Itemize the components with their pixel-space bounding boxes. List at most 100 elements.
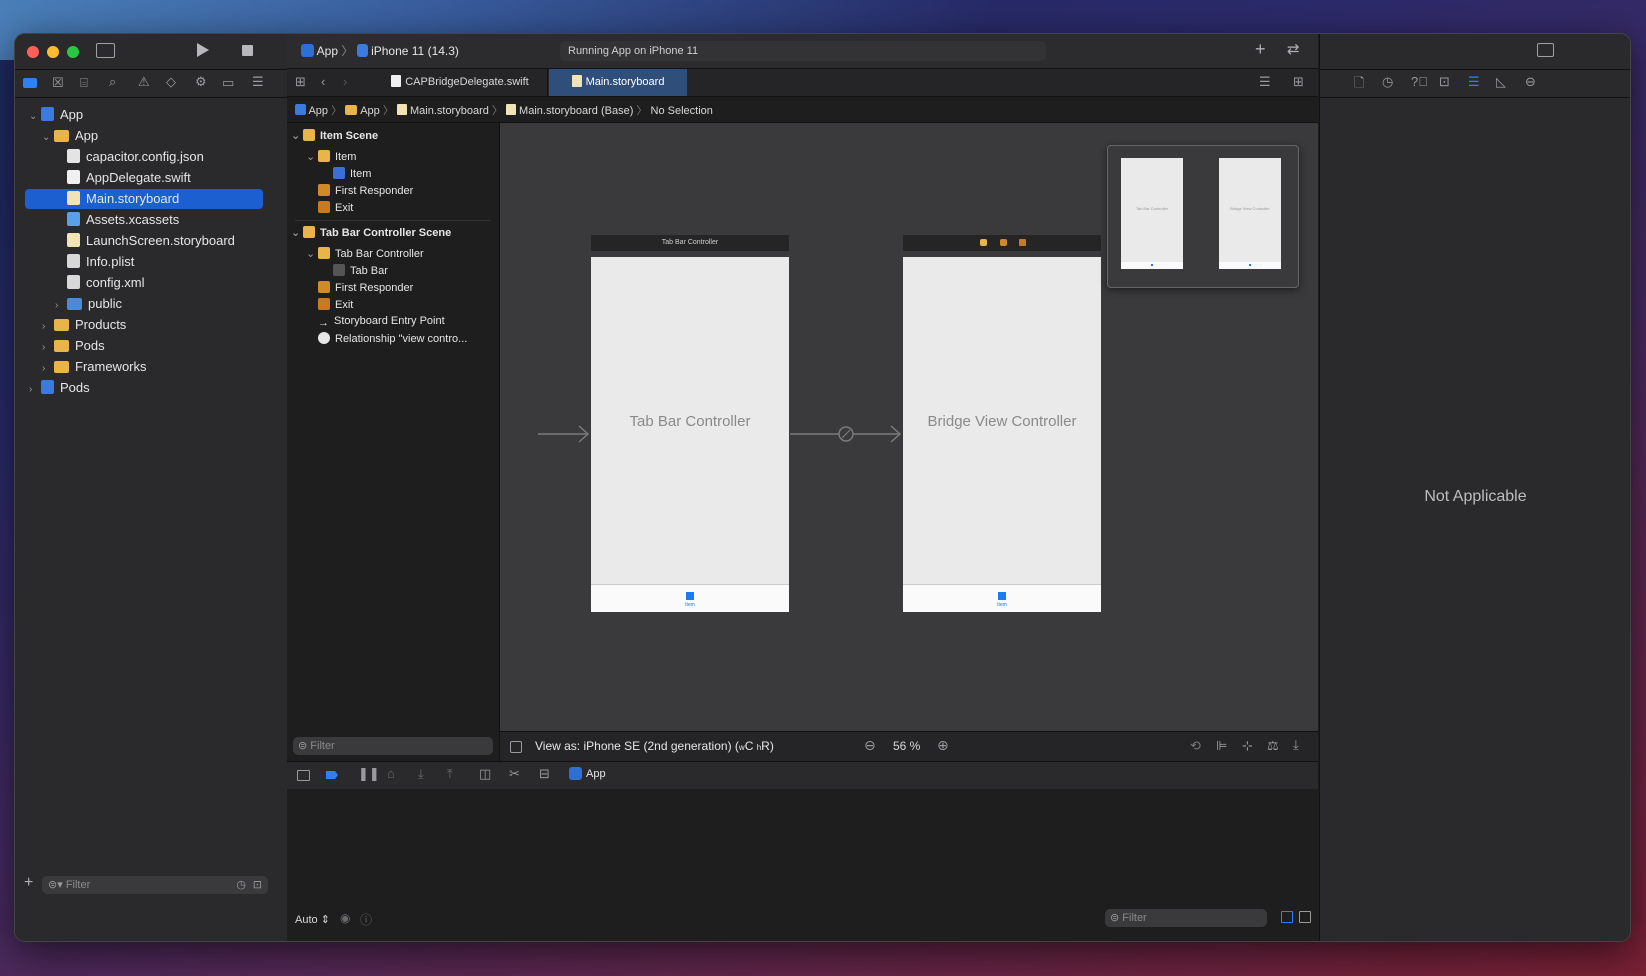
size-inspector-icon[interactable]: ◺ <box>1496 74 1506 90</box>
symbol-icon[interactable]: ⌸ <box>80 75 88 91</box>
outline-row[interactable]: ⌄ Tab Bar Controller <box>306 247 424 260</box>
debug-icon[interactable]: ⚙ <box>195 74 207 90</box>
breadcrumb-item[interactable]: Main.storyboard (Base) <box>519 105 633 117</box>
breadcrumb-item[interactable]: Main.storyboard <box>410 105 489 117</box>
outline-row[interactable]: Item <box>321 167 371 180</box>
history-inspector-icon[interactable]: ◷ <box>1382 74 1393 90</box>
outline-filter[interactable]: ⊜ Filter <box>293 737 493 755</box>
editor-options-icon[interactable]: ☰ <box>1259 74 1271 90</box>
source-control-icon[interactable]: ☒ <box>52 75 64 91</box>
memory-graph-icon[interactable]: ✂ <box>509 766 520 782</box>
zoom-out-icon[interactable]: ⊖ <box>864 737 876 754</box>
navigator-filter[interactable]: ⊜▾ Filter ◷ ⊡ <box>42 876 268 894</box>
step-out-icon[interactable]: ⤒ <box>447 766 453 782</box>
stop-button[interactable] <box>242 45 253 56</box>
align-icon[interactable]: ⊫ <box>1216 738 1227 754</box>
outline-toggle-icon[interactable] <box>510 741 522 753</box>
add-constraints-icon[interactable]: ⊹ <box>1242 738 1253 754</box>
disclosure-open-icon[interactable]: ⌄ <box>42 128 54 148</box>
outline-row[interactable]: ⌄ Item Scene <box>291 129 378 142</box>
tree-item[interactable]: › Pods <box>25 336 263 356</box>
disclosure-closed-icon[interactable]: › <box>42 338 54 358</box>
back-arrow-icon[interactable]: ‹ <box>321 74 325 89</box>
add-editor-icon[interactable]: ⊞ <box>1293 74 1304 90</box>
breadcrumb-item[interactable]: App <box>308 105 328 117</box>
outline-row[interactable]: ⌄ Tab Bar Controller Scene <box>291 226 451 239</box>
test-icon[interactable]: ◇ <box>166 74 176 90</box>
canvas-minimap[interactable]: Tab Bar Controller Bridge View Controlle… <box>1107 145 1299 288</box>
environment-overrides-icon[interactable]: ⊟ <box>539 766 550 782</box>
resolve-issues-icon[interactable]: ⚖ <box>1267 738 1279 754</box>
disclosure-open-icon[interactable]: ⌄ <box>291 129 303 142</box>
tree-item[interactable]: capacitor.config.json <box>25 147 263 167</box>
outline-row[interactable]: Tab Bar <box>321 264 388 277</box>
disclosure-closed-icon[interactable]: › <box>42 317 54 337</box>
report-icon[interactable]: ☰ <box>252 74 264 90</box>
recent-files-icon[interactable]: ◷ <box>236 876 246 894</box>
sidebar-toggle-icon[interactable] <box>96 43 115 58</box>
identity-inspector-icon[interactable]: ⊡ <box>1439 74 1450 90</box>
tree-item[interactable]: ⌄ App <box>25 126 263 146</box>
zoom-level[interactable]: 56 % <box>893 739 920 753</box>
connections-inspector-icon[interactable]: ⊖ <box>1525 74 1536 90</box>
step-into-icon[interactable]: ⤓ <box>418 766 424 782</box>
minimize-window-button[interactable] <box>47 46 59 58</box>
disclosure-closed-icon[interactable]: › <box>29 380 41 400</box>
warning-icon[interactable]: ⚠ <box>138 74 150 90</box>
tree-item[interactable]: › Pods <box>25 378 263 398</box>
eye-icon[interactable]: ◉ <box>340 911 350 925</box>
outline-row[interactable]: First Responder <box>306 184 413 197</box>
disclosure-closed-icon[interactable]: › <box>55 296 67 316</box>
tree-item[interactable]: AppDelegate.swift <box>25 168 263 188</box>
library-button[interactable]: + <box>1255 39 1266 60</box>
breakpoints-toggle-icon[interactable] <box>326 771 338 779</box>
scheme-selector[interactable]: App 〉 iPhone 11 (14.3) <box>301 42 459 59</box>
outline-row[interactable]: ⌄ Item <box>306 150 356 163</box>
outline-row[interactable]: Relationship "view contro... <box>306 332 467 345</box>
breadcrumb-item[interactable]: App <box>360 105 380 117</box>
run-button[interactable] <box>197 43 209 57</box>
tree-item[interactable]: LaunchScreen.storyboard <box>25 231 263 251</box>
attributes-inspector-icon[interactable]: ☰ <box>1468 74 1480 90</box>
console-mode-selector[interactable]: Auto ⇕ <box>295 913 330 926</box>
help-inspector-icon[interactable]: ?⃝ <box>1411 74 1428 89</box>
tree-item[interactable]: Assets.xcassets <box>25 210 263 230</box>
tab-main-storyboard[interactable]: Main.storyboard <box>549 69 687 96</box>
disclosure-open-icon[interactable]: ⌄ <box>29 107 41 127</box>
view-debugger-icon[interactable]: ◫ <box>479 766 491 782</box>
device-config-button[interactable]: View as: iPhone SE (2nd generation) (wC … <box>535 739 774 753</box>
outline-row[interactable]: Exit <box>306 298 353 311</box>
disclosure-open-icon[interactable]: ⌄ <box>306 150 318 163</box>
console-filter[interactable]: ⊜ Filter <box>1105 909 1267 927</box>
disclosure-open-icon[interactable]: ⌄ <box>306 247 318 260</box>
zoom-in-icon[interactable]: ⊕ <box>937 737 949 754</box>
tree-item[interactable]: Info.plist <box>25 252 263 272</box>
code-review-icon[interactable]: ⇄ <box>1287 40 1300 58</box>
debug-console[interactable]: Auto ⇕ ◉ ⓘ ⊜ Filter <box>287 789 1318 941</box>
outline-row[interactable]: First Responder <box>306 281 413 294</box>
step-over-icon[interactable]: ⌂ <box>387 766 395 781</box>
disclosure-closed-icon[interactable]: › <box>42 359 54 379</box>
tree-item[interactable]: Main.storyboard <box>25 189 263 209</box>
process-selector[interactable]: App <box>569 767 606 780</box>
tree-item[interactable]: › Products <box>25 315 263 335</box>
tree-item[interactable]: config.xml <box>25 273 263 293</box>
search-icon[interactable]: ⌕ <box>109 74 116 90</box>
show-console-view-icon[interactable] <box>1299 911 1311 923</box>
outline-row[interactable]: Exit <box>306 201 353 214</box>
tree-item[interactable]: ⌄ App <box>25 105 263 125</box>
tree-item[interactable]: › Frameworks <box>25 357 263 377</box>
inspector-toggle-icon[interactable] <box>1537 43 1554 57</box>
show-variables-view-icon[interactable] <box>1281 911 1293 923</box>
zoom-window-button[interactable] <box>67 46 79 58</box>
breakpoint-icon[interactable]: ▭ <box>222 75 234 91</box>
add-file-button[interactable]: + <box>24 874 33 892</box>
update-frames-icon[interactable]: ⟲ <box>1190 738 1201 754</box>
info-icon[interactable]: ⓘ <box>360 911 372 928</box>
outline-row[interactable]: → Storyboard Entry Point <box>306 315 445 329</box>
tree-item[interactable]: › public <box>25 294 263 314</box>
storyboard-canvas[interactable]: Tab Bar Controller Tab Bar Controller It… <box>500 123 1318 731</box>
breadcrumb-item[interactable]: No Selection <box>651 105 713 117</box>
tab-capbridgedelegate[interactable]: CAPBridgeDelegate.swift <box>373 69 548 96</box>
folder-icon[interactable] <box>23 78 37 88</box>
